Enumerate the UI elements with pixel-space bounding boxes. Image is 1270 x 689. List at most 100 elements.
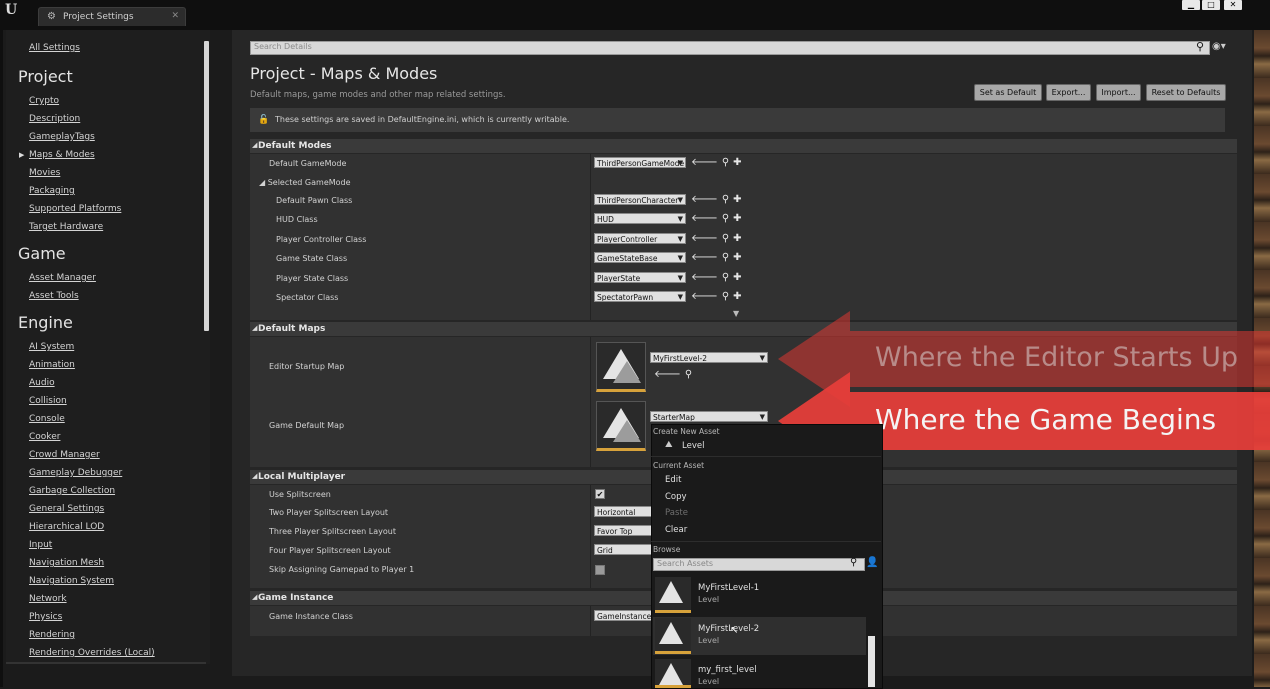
- property-tools[interactable]: 🡐⚲✚: [691, 156, 746, 168]
- column-divider: [590, 606, 591, 636]
- game-default-map-select[interactable]: StarterMap ▼: [650, 411, 768, 422]
- player-controller-class-select[interactable]: PlayerController ▼: [594, 233, 686, 244]
- asset-item[interactable]: MyFirstLevel-2 Level: [653, 617, 866, 655]
- close-window-button[interactable]: ✕: [1224, 0, 1242, 10]
- property-tools[interactable]: 🡐⚲✚: [691, 290, 746, 302]
- spectator-class-label: Spectator Class: [276, 293, 339, 302]
- menu-separator: [651, 541, 881, 542]
- sidebar-item-packaging[interactable]: Packaging: [29, 186, 75, 196]
- section-title: Local Multiplayer: [258, 472, 346, 482]
- default-gamemode-select[interactable]: ThirdPersonGameMode ▼: [594, 157, 686, 168]
- game-state-class-select[interactable]: GameStateBase ▼: [594, 252, 686, 263]
- default-pawn-class-select[interactable]: ThirdPersonCharacter ▼: [594, 194, 686, 205]
- sidebar-item-ai-system[interactable]: AI System: [29, 342, 74, 352]
- section-title: Default Maps: [258, 324, 326, 334]
- sidebar-item-asset-tools[interactable]: Asset Tools: [29, 291, 79, 301]
- maximize-button[interactable]: □: [1202, 0, 1220, 10]
- sidebar-item-rendering-overrides[interactable]: Rendering Overrides (Local): [29, 648, 155, 658]
- sidebar-item-navigation-system[interactable]: Navigation System: [29, 576, 114, 586]
- view-options-eye-icon[interactable]: ◉▾: [1212, 41, 1226, 52]
- menu-item-edit[interactable]: Edit: [665, 475, 681, 485]
- sidebar-item-target-hardware[interactable]: Target Hardware: [29, 222, 103, 232]
- editor-callout-text: Where the Editor Starts Up: [875, 342, 1239, 373]
- close-icon[interactable]: ✕: [171, 11, 179, 21]
- sidebar-item-navigation-mesh[interactable]: Navigation Mesh: [29, 558, 104, 568]
- close-icon: ✕: [1229, 0, 1237, 9]
- asset-item[interactable]: my_first_level Level: [653, 658, 866, 688]
- sidebar-item-cooker[interactable]: Cooker: [29, 432, 60, 442]
- sidebar-item-garbage-collection[interactable]: Garbage Collection: [29, 486, 115, 496]
- skip-gamepad-label: Skip Assigning Gamepad to Player 1: [269, 565, 415, 574]
- map-thumbnail[interactable]: [596, 401, 646, 451]
- search-icon[interactable]: ⚲: [850, 557, 857, 568]
- section-default-modes[interactable]: ◢ Default Modes: [250, 139, 1237, 153]
- select-value: GameInstance: [597, 612, 652, 621]
- sidebar-item-gameplay-debugger[interactable]: Gameplay Debugger: [29, 468, 122, 478]
- asset-list-scrollbar[interactable]: [868, 636, 875, 687]
- sidebar-item-network[interactable]: Network: [29, 594, 67, 604]
- reset-to-defaults-button[interactable]: Reset to Defaults: [1146, 84, 1226, 101]
- menu-item-clear[interactable]: Clear: [665, 525, 687, 535]
- set-as-default-button[interactable]: Set as Default: [974, 84, 1042, 101]
- search-icon[interactable]: ⚲: [1196, 40, 1204, 53]
- use-splitscreen-checkbox[interactable]: ✔: [595, 489, 605, 499]
- chevron-down-icon: ▼: [677, 196, 683, 204]
- tab-project-settings[interactable]: ⚙ Project Settings ✕: [38, 7, 186, 26]
- property-tools[interactable]: 🡐⚲✚: [691, 232, 746, 244]
- sidebar-item-supported-platforms[interactable]: Supported Platforms: [29, 204, 121, 214]
- sidebar-item-description[interactable]: Description: [29, 114, 80, 124]
- spectator-class-select[interactable]: SpectatorPawn ▼: [594, 291, 686, 302]
- sidebar-item-input[interactable]: Input: [29, 540, 52, 550]
- sidebar-item-console[interactable]: Console: [29, 414, 65, 424]
- sidebar-item-hierarchical-lod[interactable]: Hierarchical LOD: [29, 522, 104, 532]
- two-player-layout-label: Two Player Splitscreen Layout: [269, 508, 389, 517]
- menu-item-copy[interactable]: Copy: [665, 492, 687, 502]
- four-player-layout-label: Four Player Splitscreen Layout: [269, 546, 391, 555]
- game-instance-class-select[interactable]: GameInstance: [594, 610, 654, 621]
- import-button[interactable]: Import...: [1096, 84, 1141, 101]
- chevron-down-icon: ▼: [677, 215, 683, 223]
- sidebar-item-movies[interactable]: Movies: [29, 168, 60, 178]
- minimize-button[interactable]: ▁: [1182, 0, 1200, 10]
- expand-advanced-icon[interactable]: ▼: [733, 309, 739, 318]
- chevron-down-icon: ▼: [677, 293, 683, 301]
- create-level-item[interactable]: Level: [682, 441, 704, 451]
- user-filter-icon[interactable]: 👤: [866, 557, 878, 568]
- skip-gamepad-checkbox[interactable]: [595, 565, 605, 575]
- sidebar-item-general-settings[interactable]: General Settings: [29, 504, 104, 514]
- search-details-input[interactable]: [250, 41, 1210, 55]
- menu-item-paste[interactable]: Paste: [665, 508, 688, 518]
- asset-item[interactable]: MyFirstLevel-1 Level: [653, 576, 866, 614]
- select-value: Favor Top: [597, 527, 633, 536]
- game-callout-text: Where the Game Begins: [875, 403, 1217, 436]
- sidebar-item-animation[interactable]: Animation: [29, 360, 75, 370]
- three-player-layout-select[interactable]: Favor Top: [594, 525, 654, 536]
- sidebar-all-settings[interactable]: All Settings: [29, 43, 80, 53]
- property-tools[interactable]: 🡐⚲✚: [691, 271, 746, 283]
- three-player-layout-label: Three Player Splitscreen Layout: [269, 527, 396, 536]
- export-button[interactable]: Export...: [1046, 84, 1091, 101]
- sidebar-item-physics[interactable]: Physics: [29, 612, 62, 622]
- player-state-class-select[interactable]: PlayerState ▼: [594, 272, 686, 283]
- hud-class-select[interactable]: HUD ▼: [594, 213, 686, 224]
- property-tools[interactable]: 🡐⚲✚: [691, 212, 746, 224]
- property-tools[interactable]: 🡐⚲✚: [691, 251, 746, 263]
- property-tools[interactable]: 🡐⚲: [654, 368, 696, 380]
- sidebar-item-maps-modes[interactable]: Maps & Modes: [29, 150, 95, 160]
- section-title: Default Modes: [258, 141, 332, 151]
- editor-startup-map-select[interactable]: MyFirstLevel-2 ▼: [650, 352, 768, 363]
- two-player-layout-select[interactable]: Horizontal: [594, 506, 654, 517]
- sidebar-item-collision[interactable]: Collision: [29, 396, 67, 406]
- sidebar-scrollbar[interactable]: [204, 41, 209, 331]
- sidebar-item-audio[interactable]: Audio: [29, 378, 55, 388]
- selected-arrow-icon: ▶: [19, 151, 25, 159]
- sidebar-item-rendering[interactable]: Rendering: [29, 630, 75, 640]
- sidebar-item-crypto[interactable]: Crypto: [29, 96, 59, 106]
- sidebar-item-crowd-manager[interactable]: Crowd Manager: [29, 450, 100, 460]
- four-player-layout-select[interactable]: Grid: [594, 544, 654, 555]
- sidebar-item-asset-manager[interactable]: Asset Manager: [29, 273, 96, 283]
- game-instance-class-label: Game Instance Class: [269, 612, 353, 621]
- property-tools[interactable]: 🡐⚲✚: [691, 193, 746, 205]
- sidebar-item-gameplaytags[interactable]: GameplayTags: [29, 132, 95, 142]
- map-thumbnail[interactable]: [596, 342, 646, 392]
